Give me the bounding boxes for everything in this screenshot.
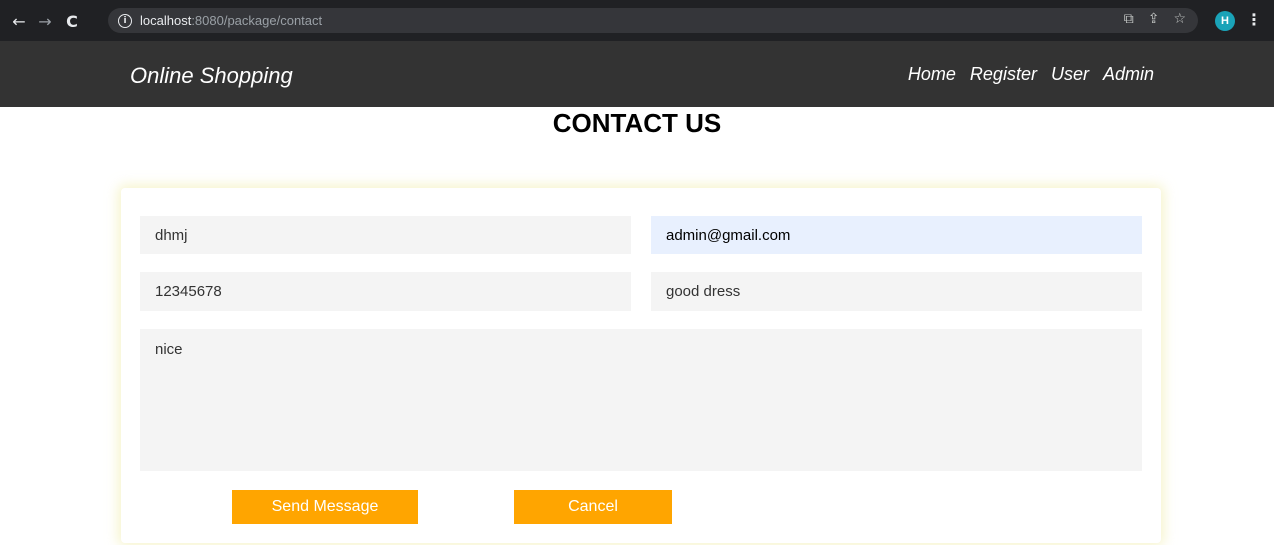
email-input[interactable] bbox=[651, 216, 1142, 254]
omnibox-actions: ⧉ ⇪ ☆ bbox=[1124, 11, 1186, 27]
brand-logo[interactable]: Online Shopping bbox=[130, 63, 293, 89]
forward-arrow-icon[interactable]: → bbox=[33, 9, 57, 33]
bookmark-star-icon[interactable]: ☆ bbox=[1173, 11, 1186, 27]
cancel-button[interactable]: Cancel bbox=[514, 490, 672, 524]
contact-form-card: nice Send Message Cancel bbox=[121, 188, 1161, 543]
phone-input[interactable] bbox=[140, 272, 631, 311]
kebab-menu-icon[interactable]: ⋮ bbox=[1246, 10, 1262, 29]
address-bar[interactable]: i localhost :8080/package/contact ⧉ ⇪ ☆ bbox=[108, 8, 1198, 33]
nav-user[interactable]: User bbox=[1051, 64, 1089, 85]
url-host: localhost bbox=[140, 13, 192, 28]
nav-admin[interactable]: Admin bbox=[1103, 64, 1154, 85]
main-nav: Home Register User Admin bbox=[908, 64, 1154, 85]
browser-toolbar: ← → C i localhost :8080/package/contact … bbox=[0, 0, 1274, 41]
subject-input[interactable] bbox=[651, 272, 1142, 311]
back-arrow-icon[interactable]: ← bbox=[7, 9, 31, 33]
share-icon[interactable]: ⇪ bbox=[1148, 11, 1160, 27]
message-textarea[interactable]: nice bbox=[140, 329, 1142, 471]
reload-icon[interactable]: C bbox=[60, 9, 84, 33]
page-title: CONTACT US bbox=[552, 108, 722, 138]
url-path: :8080/package/contact bbox=[191, 13, 323, 28]
nav-register[interactable]: Register bbox=[970, 64, 1037, 85]
translate-icon[interactable]: ⧉ bbox=[1124, 11, 1134, 27]
send-message-button[interactable]: Send Message bbox=[232, 490, 418, 524]
nav-home[interactable]: Home bbox=[908, 64, 956, 85]
name-input[interactable] bbox=[140, 216, 631, 254]
site-header: Online Shopping Home Register User Admin bbox=[0, 41, 1274, 107]
info-icon[interactable]: i bbox=[118, 13, 132, 28]
profile-avatar[interactable]: H bbox=[1215, 11, 1235, 31]
